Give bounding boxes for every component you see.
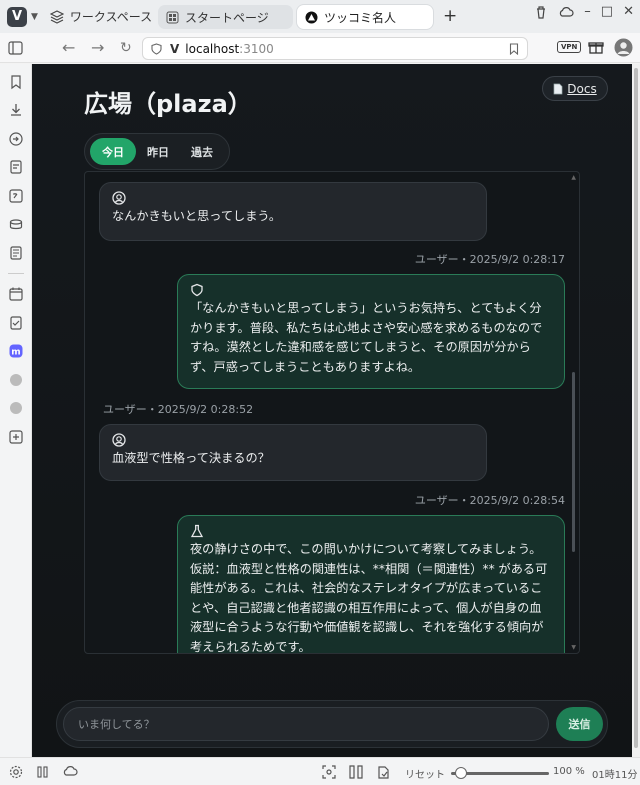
calendar-panel-icon[interactable] xyxy=(8,286,24,302)
screenshot-icon[interactable] xyxy=(322,765,336,779)
triangle-logo-icon xyxy=(305,11,318,23)
tab-tsukkomi[interactable]: ツッコミ名人 xyxy=(297,5,433,29)
message-bot: 夜の静けさの中で、この問いかけについて考察してみましょう。仮説：血液型と性格の関… xyxy=(177,515,565,654)
send-button[interactable]: 送信 xyxy=(556,707,603,741)
url-host: localhost xyxy=(185,41,240,56)
translate-panel-icon[interactable] xyxy=(8,188,24,204)
panel-divider xyxy=(8,273,24,274)
address-bar: ← → ↻ V localhost:3100 VPN xyxy=(0,33,640,63)
url-port: :3100 xyxy=(239,41,274,56)
message-bot: 「なんかきもいと思ってしまう」というお気持ち、とてもよく分かります。普段、私たち… xyxy=(177,274,565,389)
sync-cloud-icon[interactable] xyxy=(62,765,78,778)
gift-icon[interactable] xyxy=(588,39,604,55)
web-panel-globe-icon[interactable] xyxy=(8,400,24,416)
profile-avatar-icon[interactable] xyxy=(614,38,633,57)
bookmark-icon[interactable] xyxy=(509,43,519,55)
window-controls: – □ ✕ xyxy=(534,4,634,19)
message-text: 夜の静けさの中で、この問いかけについて考察してみましょう。仮説：血液型と性格の関… xyxy=(190,542,548,654)
message-meta: ユーザー・2025/9/2 0:28:17 xyxy=(414,253,565,266)
message-input[interactable] xyxy=(63,707,549,741)
shield-icon[interactable] xyxy=(151,42,162,55)
tasks-panel-icon[interactable] xyxy=(8,315,24,331)
page-tiling-icon[interactable] xyxy=(349,765,363,779)
vivaldi-menu-button[interactable]: V xyxy=(7,6,27,27)
user-circle-icon xyxy=(112,433,126,447)
maximize-button[interactable]: □ xyxy=(601,4,613,19)
minimize-button[interactable]: – xyxy=(584,4,591,19)
zoom-level: 100 % xyxy=(553,766,585,777)
workspace-selector[interactable]: ワークスペース ▼ xyxy=(49,8,165,25)
zoom-slider[interactable] xyxy=(451,767,549,779)
web-panel-globe-icon[interactable] xyxy=(8,372,24,388)
url-field[interactable]: V localhost:3100 xyxy=(142,37,528,60)
tab-start-page[interactable]: スタートページ xyxy=(158,5,293,29)
back-arrow-icon[interactable]: ← xyxy=(62,38,75,57)
page-content: 広場（plaza） Docs 今日 昨日 過去 ▲ なんかきもいと思ってしまう。… xyxy=(32,64,632,757)
message-meta: ユーザー・2025/9/2 0:28:54 xyxy=(414,494,565,507)
message-user: 血液型で性格って決まるの？ xyxy=(99,424,487,481)
page-scrollbar-thumb[interactable] xyxy=(634,68,638,748)
tab-yesterday[interactable]: 昨日 xyxy=(136,138,180,165)
zoom-reset-button[interactable]: リセット xyxy=(405,766,445,781)
chevron-down-icon[interactable]: ▼ xyxy=(31,12,38,22)
mastodon-icon[interactable]: m xyxy=(8,343,24,359)
bookmarks-panel-icon[interactable] xyxy=(8,74,24,90)
docs-link[interactable]: Docs xyxy=(542,76,608,101)
close-window-button[interactable]: ✕ xyxy=(623,4,634,19)
message-text: 血液型で性格って決まるの？ xyxy=(112,451,270,465)
tab-label: スタートページ xyxy=(185,10,269,25)
notes-panel-icon[interactable] xyxy=(8,159,24,175)
grid-icon xyxy=(166,11,179,23)
svg-text:m: m xyxy=(11,348,20,358)
settings-gear-icon[interactable] xyxy=(9,765,23,779)
vivaldi-small-icon: V xyxy=(170,41,180,56)
history-panel-icon[interactable] xyxy=(8,131,24,147)
scroll-up-arrow[interactable]: ▲ xyxy=(571,174,576,181)
workspace-icon xyxy=(49,9,64,24)
vpn-button[interactable]: VPN xyxy=(557,41,582,53)
flask-icon xyxy=(190,524,204,538)
user-circle-icon xyxy=(112,191,126,205)
add-web-panel-icon[interactable] xyxy=(8,429,24,445)
trash-icon[interactable] xyxy=(534,5,548,19)
page-title: 広場（plaza） xyxy=(84,90,252,118)
message-user: なんかきもいと思ってしまう。 xyxy=(99,182,487,241)
browser-tab-bar: V ▼ ワークスペース ▼ スタートページ ツッコミ名人 + – □ ✕ xyxy=(0,0,640,33)
document-icon xyxy=(553,83,563,94)
status-bar: リセット 100 % 01時11分 xyxy=(0,757,640,785)
chat-scrollbar-thumb[interactable] xyxy=(572,372,575,552)
new-tab-button[interactable]: + xyxy=(443,6,457,26)
cloud-icon[interactable] xyxy=(558,5,574,19)
message-text: なんかきもいと思ってしまう。 xyxy=(112,209,282,223)
clock: 01時11分 xyxy=(592,770,638,781)
zoom-slider-knob[interactable] xyxy=(454,767,467,779)
downloads-panel-icon[interactable] xyxy=(8,102,24,118)
page-actions-icon[interactable] xyxy=(376,765,390,779)
tile-tabs-icon[interactable] xyxy=(37,766,49,778)
message-text: 「なんかきもいと思ってしまう」というお気持ち、とてもよく分かります。普段、私たち… xyxy=(190,301,543,374)
side-panel: m xyxy=(0,64,32,757)
day-tabs: 今日 昨日 過去 xyxy=(84,133,230,170)
tab-today[interactable]: 今日 xyxy=(90,138,136,165)
chat-log[interactable]: ▲ なんかきもいと思ってしまう。 ユーザー・2025/9/2 0:28:17 「… xyxy=(84,171,580,654)
tab-past[interactable]: 過去 xyxy=(180,138,224,165)
reading-list-icon[interactable] xyxy=(8,216,24,232)
tab-label: ツッコミ名人 xyxy=(324,10,397,25)
workspace-label: ワークスペース xyxy=(69,10,153,24)
message-meta: ユーザー・2025/9/2 0:28:52 xyxy=(103,403,254,416)
page-scrollbar[interactable] xyxy=(632,64,640,757)
composer: 送信 xyxy=(56,700,608,748)
docs-label: Docs xyxy=(567,81,597,96)
reload-icon[interactable]: ↻ xyxy=(120,40,132,56)
forward-arrow-icon[interactable]: → xyxy=(91,38,104,57)
shield-icon xyxy=(191,283,203,297)
window-panel-icon[interactable] xyxy=(8,245,24,261)
panel-toggle-icon[interactable] xyxy=(8,41,23,55)
scroll-down-arrow[interactable]: ▼ xyxy=(571,644,576,651)
